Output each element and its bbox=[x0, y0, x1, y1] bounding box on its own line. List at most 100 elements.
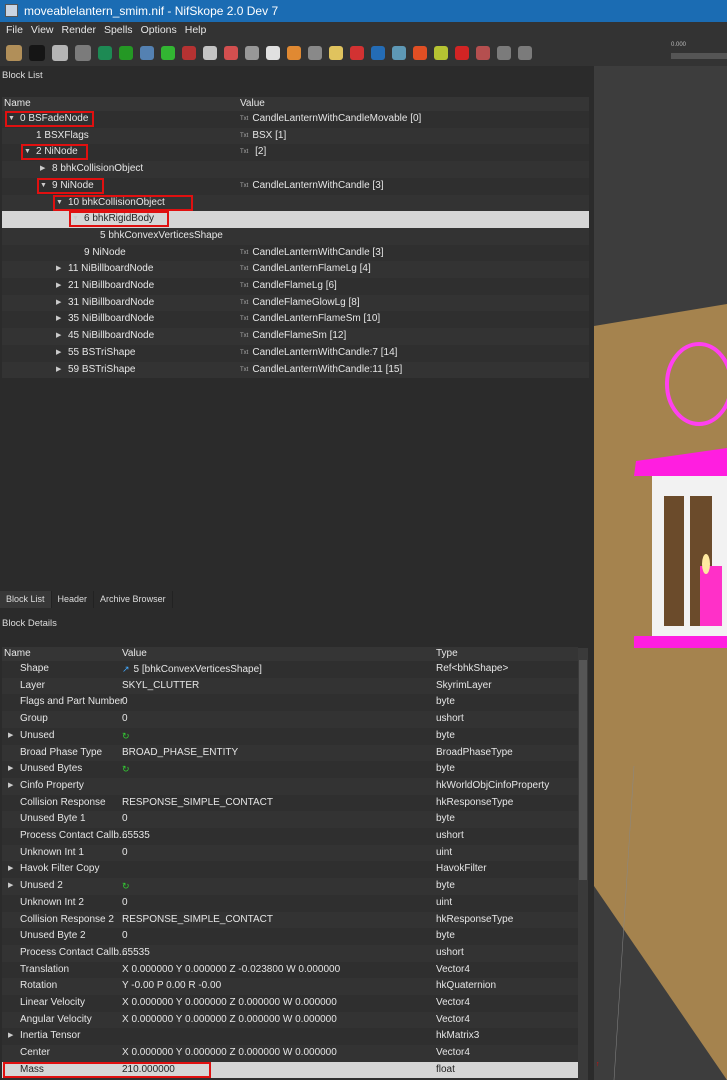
expand-arrow-closed-icon[interactable]: ▶ bbox=[56, 345, 61, 362]
scrollbar-thumb[interactable] bbox=[579, 660, 587, 880]
detail-row[interactable]: Translation X 0.000000 Y 0.000000 Z -0.02… bbox=[2, 962, 578, 979]
block-row[interactable]: ▼ 9 NiNode Txt CandleLanternWithCandle [3] bbox=[2, 177, 589, 195]
detail-row[interactable]: Shape ↗ 5 [bhkConvexVerticesShape] Ref<bhkS… bbox=[2, 661, 578, 678]
detail-row[interactable]: ▶ Inertia Tensor hkMatrix3 bbox=[2, 1028, 578, 1045]
field-value[interactable]: Y -0.00 P 0.00 R -0.00 bbox=[122, 978, 221, 995]
detail-row[interactable]: Mass 210.000000 float bbox=[2, 1061, 578, 1079]
field-value[interactable]: RESPONSE_SIMPLE_CONTACT bbox=[122, 912, 273, 929]
hide-icon[interactable] bbox=[476, 45, 490, 60]
load-icon[interactable] bbox=[6, 44, 22, 61]
view-walk-icon[interactable] bbox=[203, 45, 217, 60]
eye-edit-icon[interactable] bbox=[287, 45, 301, 60]
expand-arrow-closed-icon[interactable]: ▶ bbox=[8, 878, 13, 895]
block-row[interactable]: ▶ 55 BSTriShape Txt CandleLanternWithCandle… bbox=[2, 345, 589, 362]
expand-arrow-closed-icon[interactable]: ▶ bbox=[56, 328, 61, 345]
nodes-icon[interactable] bbox=[392, 45, 406, 60]
menu-help[interactable]: Help bbox=[185, 22, 207, 39]
block-row[interactable]: 5 bhkConvexVerticesShape bbox=[2, 227, 589, 245]
expand-arrow-closed-icon[interactable]: ▶ bbox=[56, 295, 61, 312]
detail-row[interactable]: Layer SKYL_CLUTTER SkyrimLayer bbox=[2, 677, 578, 695]
detail-row[interactable]: ▶ Unused Bytes ↻ byte bbox=[2, 761, 578, 778]
expand-arrow-closed-icon[interactable]: ▶ bbox=[8, 1028, 13, 1045]
field-value[interactable]: BROAD_PHASE_ENTITY bbox=[122, 745, 238, 762]
expand-arrow-closed-icon[interactable]: ▶ bbox=[56, 311, 61, 328]
expand-arrow-closed-icon[interactable]: ▶ bbox=[56, 261, 61, 278]
field-value[interactable]: ↗ 5 [bhkConvexVerticesShape] bbox=[122, 661, 262, 679]
expand-arrow-closed-icon[interactable]: ▶ bbox=[8, 761, 13, 778]
field-value[interactable]: 0 bbox=[122, 845, 128, 862]
block-row[interactable]: 9 NiNode Txt CandleLanternWithCandle [3] bbox=[2, 245, 589, 262]
field-value[interactable]: 210.000000 bbox=[122, 1062, 175, 1079]
field-value[interactable]: 0 bbox=[122, 811, 128, 828]
field-value[interactable]: X 0.000000 Y 0.000000 Z 0.000000 W 0.000… bbox=[122, 1012, 337, 1029]
select-vertex-icon[interactable] bbox=[119, 45, 133, 60]
field-value[interactable]: RESPONSE_SIMPLE_CONTACT bbox=[122, 795, 273, 812]
block-row[interactable]: ▶ 59 BSTriShape Txt CandleLanternWithCandle… bbox=[2, 361, 589, 379]
detail-row[interactable]: Collision Response RESPONSE_SIMPLE_CONTAC… bbox=[2, 795, 578, 812]
block-row[interactable]: ▶ 45 NiBillboardNode Txt CandleFlameSm [12] bbox=[2, 328, 589, 345]
tab-block-list[interactable]: Block List bbox=[0, 591, 52, 608]
block-row[interactable]: ▼ 2 NiNode Txt [2] bbox=[2, 144, 589, 161]
view-side-icon[interactable] bbox=[182, 45, 196, 60]
field-value[interactable]: ↻ bbox=[122, 878, 134, 896]
field-value[interactable]: SKYL_CLUTTER bbox=[122, 678, 199, 695]
redo-icon[interactable] bbox=[75, 44, 91, 61]
eye-icon[interactable] bbox=[266, 45, 280, 60]
marker-icon[interactable] bbox=[455, 45, 469, 60]
textures-icon[interactable] bbox=[413, 45, 427, 60]
menu-spells[interactable]: Spells bbox=[104, 22, 133, 39]
field-value[interactable]: X 0.000000 Y 0.000000 Z 0.000000 W 0.000… bbox=[122, 995, 337, 1012]
col-type[interactable]: Type bbox=[436, 647, 458, 661]
view-top-icon[interactable] bbox=[140, 45, 154, 60]
expand-arrow-closed-icon[interactable]: ▶ bbox=[56, 278, 61, 295]
block-row[interactable]: ▶ 31 NiBillboardNode Txt CandleFlameGlowLg … bbox=[2, 294, 589, 312]
field-value[interactable]: 0 bbox=[122, 928, 128, 945]
block-row[interactable]: ▼ 6 bhkRigidBody bbox=[2, 211, 589, 228]
select-object-icon[interactable] bbox=[98, 45, 112, 60]
expand-arrow-closed-icon[interactable]: ▶ bbox=[8, 728, 13, 745]
expand-arrow-closed-icon[interactable]: ▶ bbox=[8, 778, 13, 795]
block-row[interactable]: ▼ 10 bhkCollisionObject bbox=[2, 194, 589, 212]
expand-arrow-closed-icon[interactable]: ▶ bbox=[56, 362, 61, 379]
detail-row[interactable]: Collision Response 2 RESPONSE_SIMPLE_CONT… bbox=[2, 911, 578, 929]
col-name[interactable]: Name bbox=[4, 97, 31, 111]
field-value[interactable]: ↻ bbox=[122, 761, 134, 779]
field-value[interactable]: 0 bbox=[122, 895, 128, 912]
expand-arrow-closed-icon[interactable]: ▶ bbox=[40, 161, 45, 178]
details-scrollbar[interactable] bbox=[578, 648, 588, 1080]
detail-row[interactable]: Flags and Part Number 0 byte bbox=[2, 694, 578, 711]
time-slider[interactable] bbox=[671, 53, 727, 59]
3d-viewport[interactable]: ↑ bbox=[594, 66, 727, 1080]
tab-header[interactable]: Header bbox=[51, 591, 95, 608]
field-value[interactable]: 65535 bbox=[122, 945, 150, 962]
view-user-icon[interactable] bbox=[224, 45, 238, 60]
field-value[interactable]: 65535 bbox=[122, 828, 150, 845]
detail-row[interactable]: Unused Byte 1 0 byte bbox=[2, 811, 578, 828]
detail-row[interactable]: Unused Byte 2 0 byte bbox=[2, 928, 578, 945]
block-row[interactable]: ▶ 8 bhkCollisionObject bbox=[2, 161, 589, 178]
detail-row[interactable]: ▶ Cinfo Property hkWorldObjCinfoProperty bbox=[2, 777, 578, 795]
block-row[interactable]: ▶ 11 NiBillboardNode Txt CandleLanternFlame… bbox=[2, 261, 589, 278]
pin-icon[interactable] bbox=[350, 45, 364, 60]
tab-archive-browser[interactable]: Archive Browser bbox=[94, 591, 173, 608]
col-value[interactable]: Value bbox=[122, 647, 147, 661]
undo-icon[interactable] bbox=[52, 44, 68, 61]
lighting-icon[interactable] bbox=[434, 45, 448, 60]
detail-row[interactable]: Rotation Y -0.00 P 0.00 R -0.00 hkQuaterni… bbox=[2, 978, 578, 995]
block-row[interactable]: ▶ 21 NiBillboardNode Txt CandleFlameLg [6] bbox=[2, 278, 589, 295]
detail-row[interactable]: Process Contact Callb... 65535 ushort bbox=[2, 828, 578, 845]
col-name[interactable]: Name bbox=[4, 647, 31, 661]
detail-row[interactable]: Angular Velocity X 0.000000 Y 0.000000 Z … bbox=[2, 1011, 578, 1029]
detail-row[interactable]: Linear Velocity X 0.000000 Y 0.000000 Z 0… bbox=[2, 995, 578, 1012]
menu-render[interactable]: Render bbox=[62, 22, 96, 39]
detail-row[interactable]: Process Contact Callb... 65535 ushort bbox=[2, 944, 578, 962]
block-row[interactable]: 1 BSXFlags Txt BSX [1] bbox=[2, 127, 589, 145]
field-value[interactable]: 0 bbox=[122, 694, 128, 711]
field-value[interactable]: X 0.000000 Y 0.000000 Z -0.023800 W 0.00… bbox=[122, 962, 340, 979]
detail-row[interactable]: Broad Phase Type BROAD_PHASE_ENTITY BroadP… bbox=[2, 744, 578, 762]
field-value[interactable]: ↻ bbox=[122, 728, 134, 746]
menu-options[interactable]: Options bbox=[141, 22, 177, 39]
screenshot-icon[interactable] bbox=[308, 45, 322, 60]
field-value[interactable]: 0 bbox=[122, 711, 128, 728]
detail-row[interactable]: ▶ Unused 2 ↻ byte bbox=[2, 878, 578, 895]
